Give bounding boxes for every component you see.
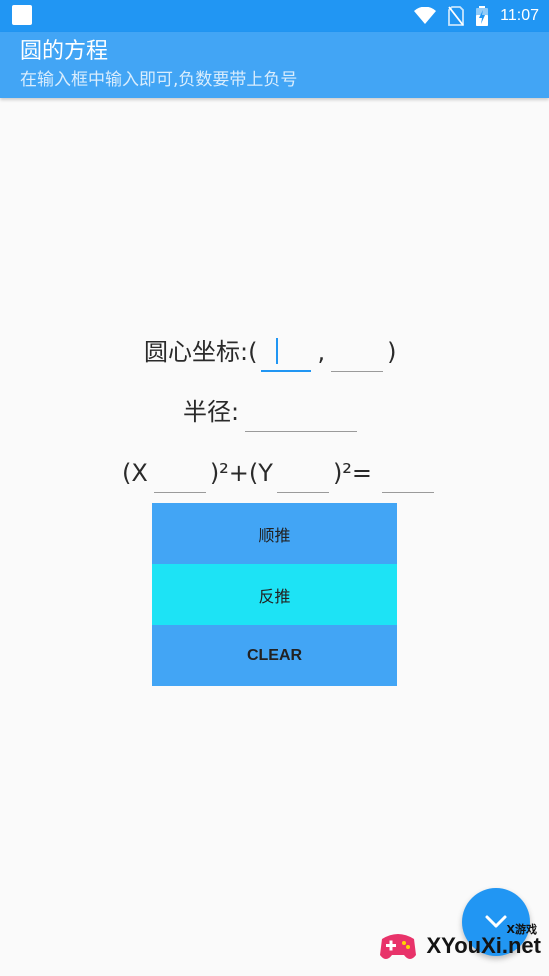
radius-input[interactable] bbox=[245, 392, 358, 432]
status-bar: 11:07 bbox=[0, 0, 549, 32]
page-title: 圆的方程 bbox=[20, 39, 109, 64]
clear-button[interactable]: CLEAR bbox=[152, 625, 397, 686]
center-row: 圆心坐标:( , ) bbox=[144, 332, 396, 372]
equation-prefix: (X bbox=[122, 459, 148, 487]
equation-r2-input[interactable] bbox=[382, 453, 435, 493]
gamepad-logo-icon bbox=[380, 934, 416, 959]
notification-icon bbox=[12, 5, 32, 25]
center-x-input[interactable] bbox=[261, 332, 312, 372]
center-label: 圆心坐标:( bbox=[144, 338, 258, 366]
equation-row: (X )²+(Y )²= bbox=[122, 453, 435, 493]
equation-b-input[interactable] bbox=[276, 453, 329, 493]
center-close-paren: ) bbox=[387, 338, 397, 366]
radius-label: 半径: bbox=[183, 398, 240, 426]
close-icon bbox=[485, 915, 507, 928]
forward-button[interactable]: 顺推 bbox=[152, 503, 397, 564]
center-y-input[interactable] bbox=[331, 332, 384, 372]
center-comma: , bbox=[317, 338, 326, 366]
wifi-icon bbox=[414, 7, 437, 24]
equation-middle: )²+(Y bbox=[209, 459, 273, 487]
text-cursor bbox=[276, 338, 278, 364]
app-bar: 圆的方程 在输入框中输入即可,负数要带上负号 bbox=[0, 32, 549, 98]
reverse-button[interactable]: 反推 bbox=[152, 564, 397, 625]
page-subtitle: 在输入框中输入即可,负数要带上负号 bbox=[20, 70, 298, 90]
battery-icon bbox=[476, 6, 489, 26]
fab-button[interactable] bbox=[462, 888, 530, 956]
radius-row: 半径: bbox=[183, 392, 358, 432]
equation-suffix: )²= bbox=[332, 459, 373, 487]
equation-a-input[interactable] bbox=[153, 453, 206, 493]
status-icons: 11:07 bbox=[402, 0, 539, 32]
status-time: 11:07 bbox=[500, 7, 539, 24]
no-sim-icon bbox=[448, 6, 465, 26]
